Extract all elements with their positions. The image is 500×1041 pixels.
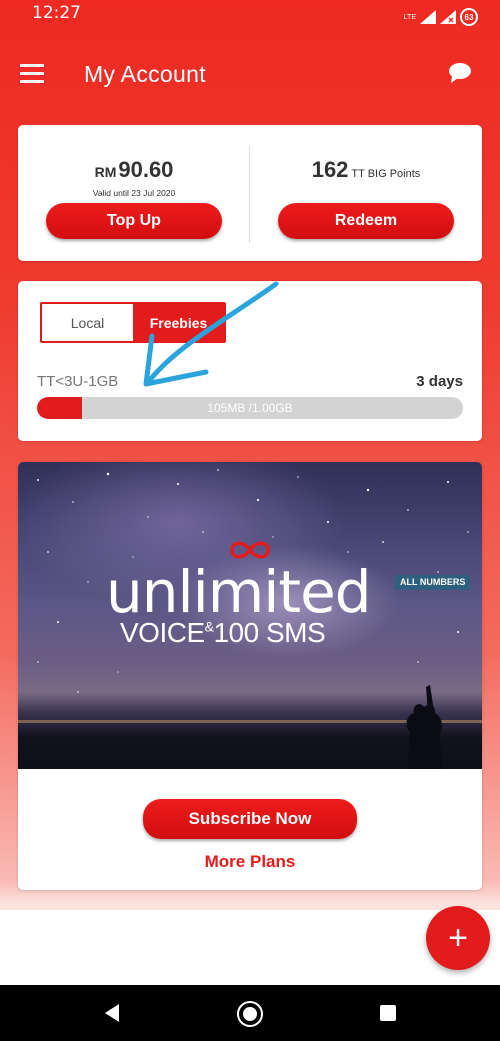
- redeem-button[interactable]: Redeem: [278, 203, 454, 239]
- signal-no-data-icon: [440, 10, 456, 24]
- validity-text: Valid until 23 Jul 2020: [92, 188, 176, 198]
- usage-card: Local Freebies TT<3U-1GB 3 days 105MB /1…: [18, 281, 482, 441]
- chat-bubble-icon[interactable]: [448, 62, 472, 84]
- network-type-label: LTE: [403, 13, 416, 21]
- top-up-button[interactable]: Top Up: [46, 203, 222, 239]
- data-usage-progress-bar: 105MB /1.00GB: [37, 397, 463, 419]
- promo-headline: unlimited: [106, 558, 372, 626]
- people-silhouette-image: [406, 685, 443, 769]
- promo-voice-text: VOICE: [120, 617, 205, 648]
- credit-balance-section: RM90.60 Valid until 23 Jul 2020 Top Up: [18, 125, 250, 261]
- battery-icon: 63: [460, 8, 478, 26]
- promo-subline: VOICE&100 SMS: [120, 617, 326, 649]
- home-icon[interactable]: [237, 1001, 263, 1027]
- plan-name: TT<3U-1GB: [37, 373, 119, 390]
- add-fab-button[interactable]: +: [426, 906, 490, 970]
- status-bar: 12:27 LTE 63: [0, 0, 500, 28]
- app-bar: My Account: [0, 48, 500, 104]
- signal-icon: [420, 10, 436, 24]
- balance-amount: 90.60: [118, 157, 174, 182]
- tab-local[interactable]: Local: [42, 304, 133, 341]
- subscribe-now-button[interactable]: Subscribe Now: [143, 799, 357, 839]
- bottom-area: [0, 910, 500, 985]
- promo-banner[interactable]: unlimited ALL NUMBERS VOICE&100 SMS: [18, 462, 482, 769]
- credit-balance: RM90.60: [18, 157, 250, 183]
- page-title: My Account: [84, 61, 206, 87]
- hamburger-menu-icon[interactable]: [20, 64, 44, 84]
- balance-card: RM90.60 Valid until 23 Jul 2020 Top Up 1…: [18, 125, 482, 261]
- status-time: 12:27: [32, 3, 81, 23]
- more-plans-link[interactable]: More Plans: [18, 852, 482, 872]
- currency-label: RM: [94, 164, 117, 180]
- all-numbers-badge: ALL NUMBERS: [395, 575, 471, 591]
- tab-freebies[interactable]: Freebies: [133, 304, 224, 341]
- promo-card: unlimited ALL NUMBERS VOICE&100 SMS Subs…: [18, 462, 482, 890]
- points-label: TT BIG Points: [351, 168, 421, 180]
- back-icon[interactable]: [103, 1003, 121, 1023]
- usage-text: 105MB /1.00GB: [207, 401, 293, 415]
- system-nav-bar: [0, 985, 500, 1041]
- points-section: 162 TT BIG Points Redeem: [250, 125, 482, 261]
- points-value: 162: [311, 157, 349, 182]
- status-icons: LTE 63: [404, 8, 478, 26]
- days-remaining: 3 days: [416, 373, 463, 390]
- recents-icon[interactable]: [380, 1005, 396, 1021]
- usage-tabs: Local Freebies: [40, 302, 226, 343]
- promo-sms-text: 100 SMS: [213, 617, 326, 648]
- points-display: 162 TT BIG Points: [250, 157, 482, 183]
